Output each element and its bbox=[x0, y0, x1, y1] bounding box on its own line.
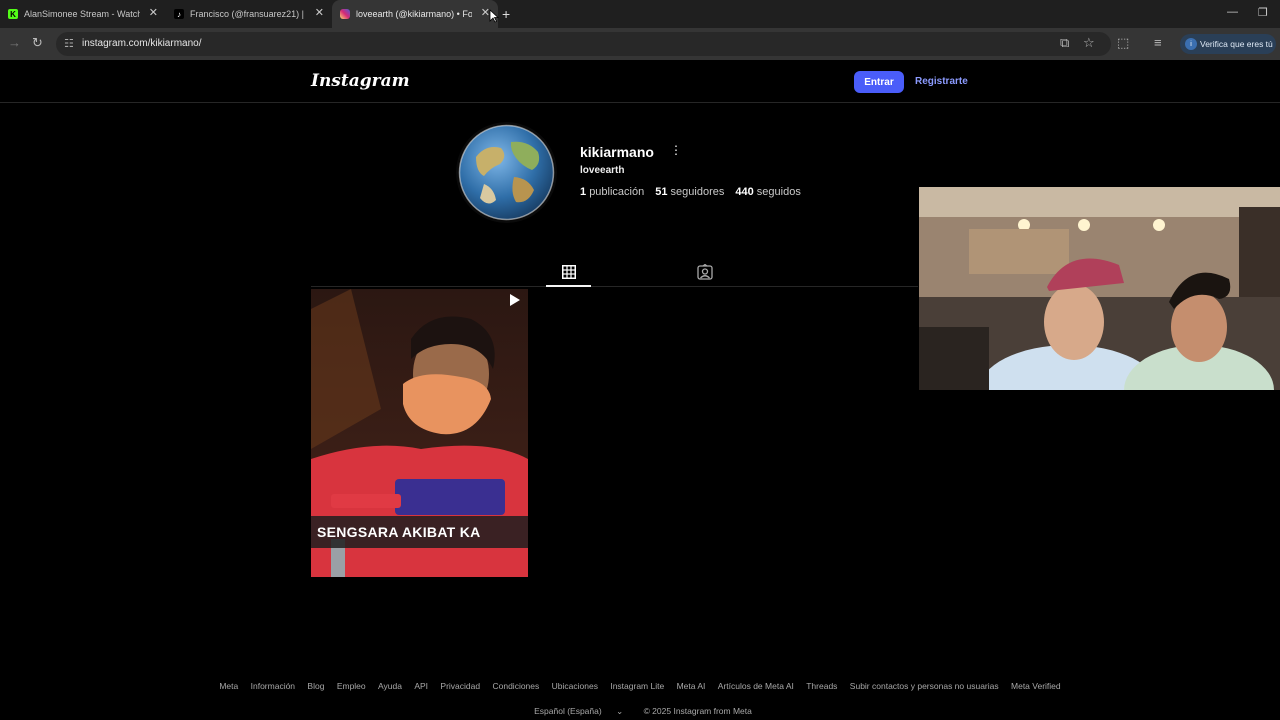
signup-link[interactable]: Registrarte bbox=[915, 76, 968, 87]
mouse-cursor-icon bbox=[489, 9, 499, 23]
instagram-icon bbox=[340, 9, 350, 19]
post-caption: SENGSARA AKIBAT KA bbox=[317, 524, 481, 540]
tabs-divider bbox=[311, 286, 918, 287]
footer-link[interactable]: Artículos de Meta AI bbox=[718, 681, 794, 691]
close-icon[interactable]: ✕ bbox=[315, 8, 324, 19]
footer-link[interactable]: Privacidad bbox=[440, 681, 480, 691]
tab-kick[interactable]: K AlanSimonee Stream - Watch Li ✕ bbox=[0, 0, 166, 28]
footer-link[interactable]: Condiciones bbox=[492, 681, 539, 691]
verify-label: Verifica que eres tú bbox=[1200, 39, 1273, 49]
tab-posts[interactable] bbox=[546, 258, 591, 287]
footer-bottom: Español (España) ⌄ © 2025 Instagram from… bbox=[0, 706, 1280, 717]
restore-button[interactable]: ❐ bbox=[1258, 6, 1268, 19]
profile-stats: 1 publicación 51 seguidores 440 seguidos bbox=[580, 186, 801, 198]
media-control-icon[interactable]: ≡ bbox=[1154, 36, 1162, 50]
webcam-image bbox=[919, 187, 1280, 390]
footer-link[interactable]: Ubicaciones bbox=[552, 681, 598, 691]
avatar[interactable] bbox=[456, 122, 557, 223]
footer-link[interactable]: Threads bbox=[806, 681, 837, 691]
profile-full-name: loveearth bbox=[580, 165, 625, 176]
language-select[interactable]: Español (España) ⌄ bbox=[528, 706, 629, 716]
tab-title: Francisco (@fransuarez21) | Tik bbox=[190, 9, 306, 19]
tagged-person-icon bbox=[697, 264, 713, 280]
profile-username: kikiarmano bbox=[580, 144, 654, 160]
login-button[interactable]: Entrar bbox=[854, 71, 904, 93]
grid-icon bbox=[561, 264, 576, 279]
info-icon: i bbox=[1185, 38, 1197, 50]
browser-toolbar: → ↻ ☷ instagram.com/kikiarmano/ ⧉ ☆ ⬚ ≡ bbox=[0, 28, 1280, 60]
more-options-icon[interactable]: ⋮ bbox=[670, 143, 682, 157]
footer-links: Meta Información Blog Empleo Ayuda API P… bbox=[0, 681, 1280, 691]
footer-link[interactable]: Meta AI bbox=[677, 681, 706, 691]
footer-link[interactable]: Empleo bbox=[337, 681, 366, 691]
browser-tab-bar: K AlanSimonee Stream - Watch Li ✕ ♪ Fran… bbox=[0, 0, 1280, 28]
tab-tiktok[interactable]: ♪ Francisco (@fransuarez21) | Tik ✕ bbox=[166, 0, 332, 28]
tab-title: AlanSimonee Stream - Watch Li bbox=[24, 9, 140, 19]
tab-instagram[interactable]: loveearth (@kikiarmano) • Foto ✕ bbox=[332, 0, 498, 28]
footer-link[interactable]: Información bbox=[251, 681, 295, 691]
tab-tagged[interactable] bbox=[694, 262, 716, 282]
bookmark-star-icon[interactable]: ☆ bbox=[1083, 36, 1095, 50]
footer-link[interactable]: Subir contactos y personas no usuarias bbox=[850, 681, 999, 691]
close-icon[interactable]: ✕ bbox=[149, 8, 158, 19]
post-thumbnail[interactable]: SENGSARA AKIBAT KA bbox=[311, 289, 528, 577]
copyright: © 2025 Instagram from Meta bbox=[643, 706, 752, 716]
streamer-webcam-overlay bbox=[919, 187, 1280, 390]
minimize-button[interactable]: — bbox=[1227, 6, 1238, 18]
tab-title: loveearth (@kikiarmano) • Foto bbox=[356, 9, 472, 19]
forward-icon[interactable]: → bbox=[8, 36, 21, 50]
site-info-icon[interactable]: ☷ bbox=[64, 37, 74, 50]
footer-link[interactable]: Instagram Lite bbox=[610, 681, 664, 691]
following-stat[interactable]: 440 seguidos bbox=[735, 186, 800, 198]
footer-link[interactable]: Ayuda bbox=[378, 681, 402, 691]
footer-link[interactable]: Meta bbox=[219, 681, 238, 691]
footer-link[interactable]: Blog bbox=[307, 681, 324, 691]
footer-link[interactable]: Meta Verified bbox=[1011, 681, 1061, 691]
reel-play-icon bbox=[510, 294, 520, 306]
followers-stat[interactable]: 51 seguidores bbox=[655, 186, 724, 198]
new-tab-button[interactable]: + bbox=[502, 6, 510, 22]
kick-icon: K bbox=[8, 9, 18, 19]
extensions-icon[interactable]: ⬚ bbox=[1117, 36, 1129, 50]
profile-verify-chip[interactable]: i Verifica que eres tú bbox=[1180, 34, 1276, 54]
url-text[interactable]: instagram.com/kikiarmano/ bbox=[82, 38, 201, 49]
install-app-icon[interactable]: ⧉ bbox=[1060, 36, 1069, 50]
address-bar[interactable]: ☷ instagram.com/kikiarmano/ bbox=[56, 32, 1111, 56]
instagram-logo[interactable]: Instagram bbox=[311, 71, 410, 91]
tiktok-icon: ♪ bbox=[174, 9, 184, 19]
posts-stat: 1 publicación bbox=[580, 186, 645, 198]
footer-link[interactable]: API bbox=[414, 681, 428, 691]
instagram-header: Instagram Entrar Registrarte bbox=[0, 61, 1280, 103]
reload-icon[interactable]: ↻ bbox=[32, 36, 43, 50]
chevron-down-icon: ⌄ bbox=[616, 706, 624, 716]
